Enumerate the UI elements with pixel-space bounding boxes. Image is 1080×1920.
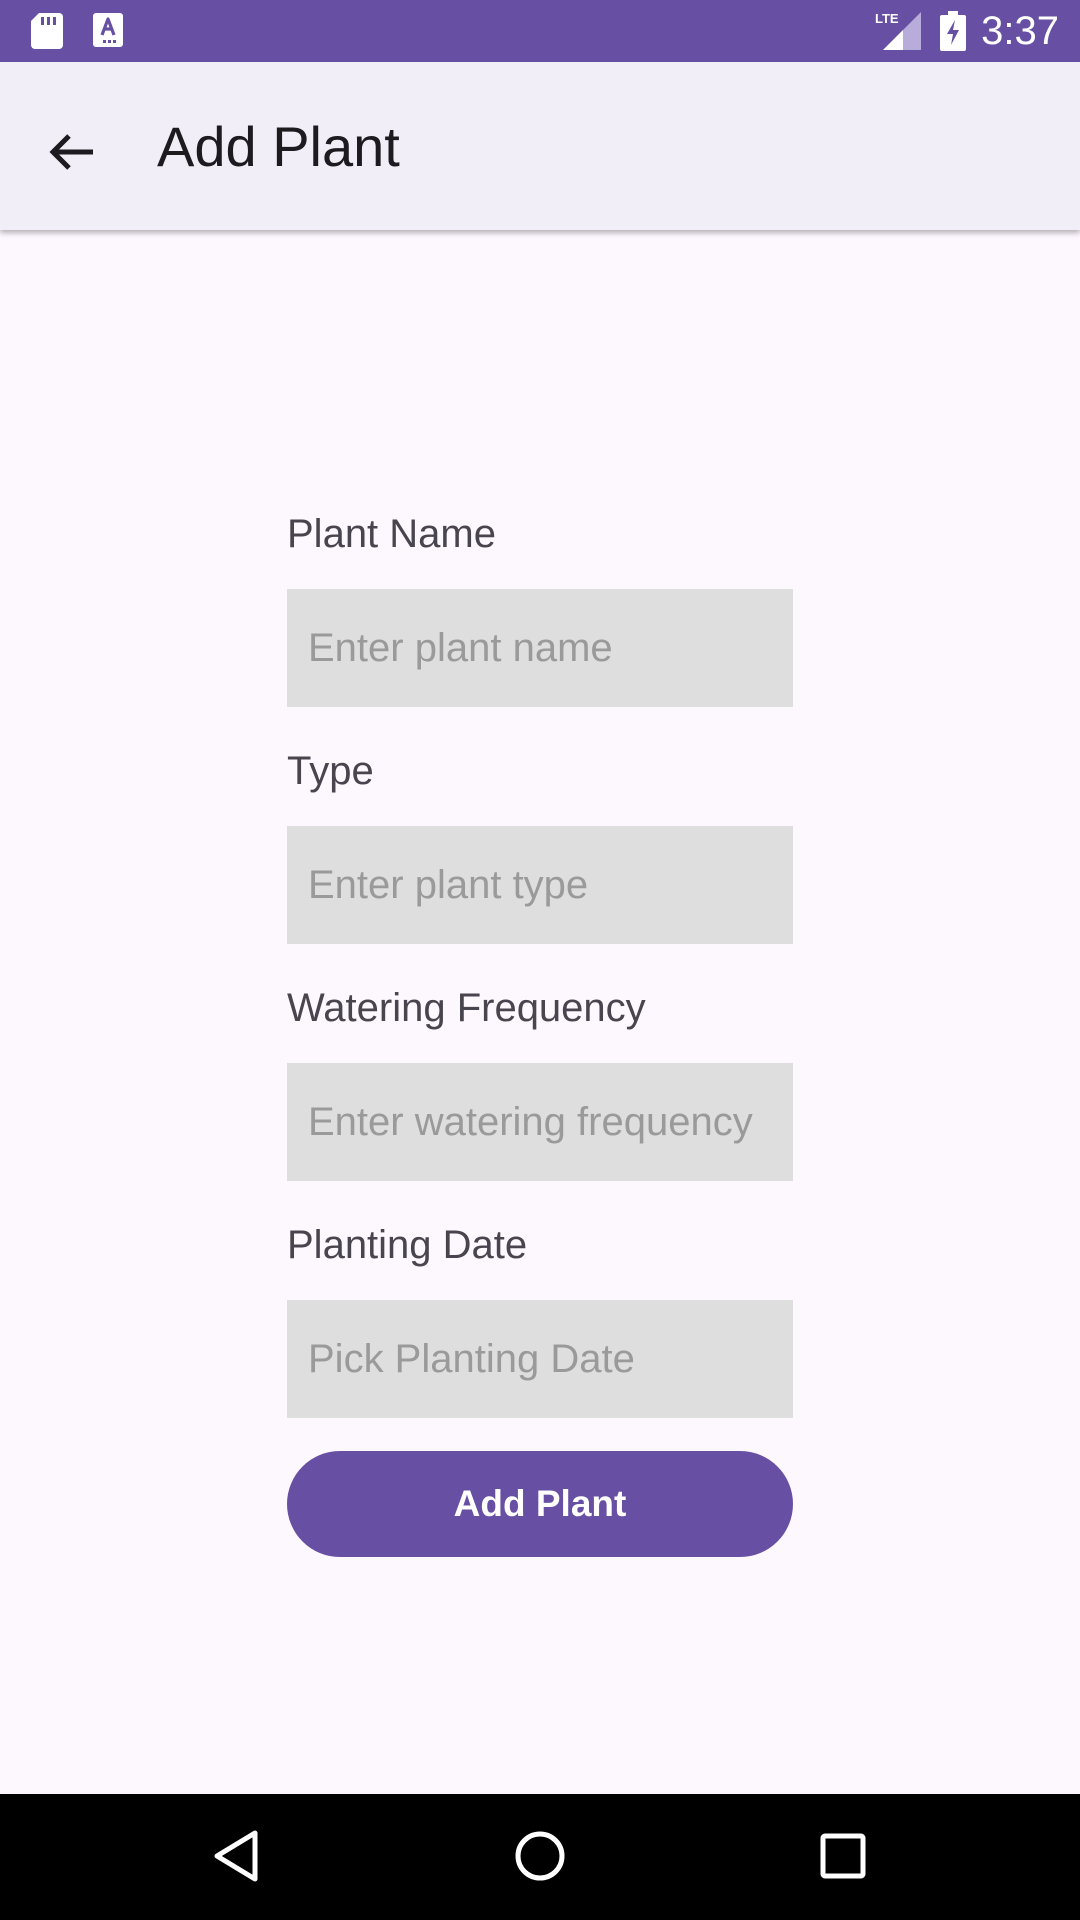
planting-date-input[interactable]	[287, 1300, 793, 1418]
arrow-back-icon	[49, 132, 95, 177]
plant-name-input[interactable]	[287, 589, 793, 707]
planting-date-label: Planting Date	[287, 1223, 528, 1267]
system-navigation-bar	[0, 1794, 1080, 1920]
status-bar: LTE 3:37	[0, 0, 1080, 62]
add-plant-form: Plant Name Type Watering Frequency Plant…	[287, 510, 793, 1418]
plant-type-input[interactable]	[287, 826, 793, 944]
battery-charging-icon	[940, 11, 966, 56]
lte-label: LTE	[875, 11, 899, 26]
page-title: Add Plant	[157, 115, 400, 178]
status-time: 3:37	[981, 9, 1059, 53]
sd-card-icon	[31, 13, 63, 54]
nav-recents-button[interactable]	[803, 1818, 883, 1898]
top-app-bar: Add Plant	[0, 62, 1080, 230]
nav-back-icon	[211, 1829, 261, 1888]
watering-frequency-label: Watering Frequency	[287, 986, 646, 1030]
keyboard-a-icon	[93, 13, 123, 52]
back-button[interactable]	[30, 112, 114, 196]
watering-frequency-input[interactable]	[287, 1063, 793, 1181]
plant-type-label: Type	[287, 749, 374, 793]
lte-signal-icon: LTE	[873, 10, 921, 57]
nav-home-icon	[513, 1829, 567, 1888]
nav-home-button[interactable]	[500, 1818, 580, 1898]
nav-recents-icon	[818, 1831, 868, 1886]
add-plant-button[interactable]: Add Plant	[287, 1451, 793, 1557]
nav-back-button[interactable]	[196, 1818, 276, 1898]
plant-name-label: Plant Name	[287, 512, 496, 556]
